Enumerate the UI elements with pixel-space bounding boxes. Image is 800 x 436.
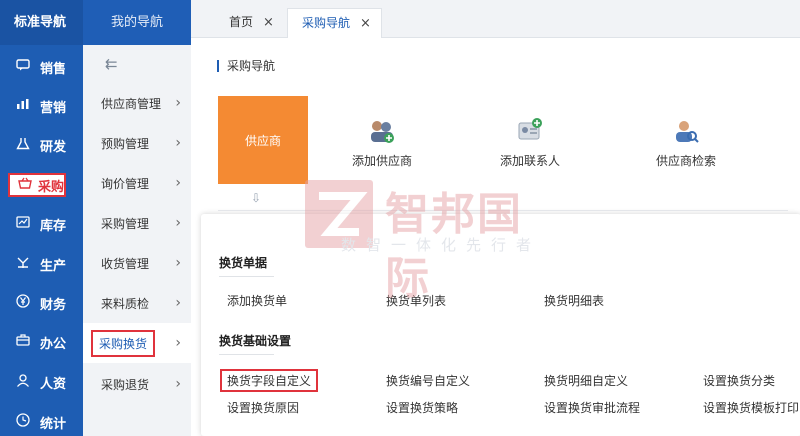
link-exchange-field-custom[interactable]: 换货字段自定义 [220,369,319,392]
page-title: 采购导航 [217,60,275,72]
add-contact-icon [475,116,585,146]
tab-label: 首页 [229,15,254,29]
link-exchange-number-custom[interactable]: 换货编号自定义 [386,372,470,389]
subnav-item-label: 询价管理 [101,176,150,191]
clock-icon [14,413,32,431]
nav-item-label: 统计 [40,416,67,432]
user-icon [14,373,32,391]
subnav-item-label: 来料质检 [101,296,150,311]
nav-item-label: 销售 [40,61,67,77]
nav-item-office[interactable]: 办公 [0,323,83,361]
link-exchange-list[interactable]: 换货单列表 [386,292,446,309]
chat-icon [14,59,32,75]
subnav-item-return[interactable]: 采购退货 › [83,364,191,404]
nav-item-label: 人资 [40,376,67,392]
subnav-item-label: 采购退货 [101,377,150,392]
exchange-submenu-panel: 换货单据 添加换货单 换货单列表 换货明细表 换货基础设置 换货字段自定义 换货… [201,214,800,436]
secondary-sidebar: 我的导航 ⇇ 供应商管理 › 预购管理 › 询价管理 › 采购管理 › 收货管理… [83,0,191,436]
link-exchange-approval[interactable]: 设置换货审批流程 [544,399,640,416]
nav-item-purchase[interactable]: 采购 [8,173,66,197]
tab-bar: 首页 × 采购导航 × [191,0,800,38]
nav-item-inventory[interactable]: 库存 [0,205,83,243]
my-nav-title[interactable]: 我的导航 [83,0,191,45]
chevron-right-icon: › [175,175,181,191]
subnav-item-supplier[interactable]: 供应商管理 › [83,83,191,123]
link-exchange-reason[interactable]: 设置换货原因 [227,399,299,416]
divider [218,210,788,211]
brand-title[interactable]: 标准导航 [0,0,83,45]
subnav-item-purchase-mgmt[interactable]: 采购管理 › [83,203,191,243]
group-title-exchange-settings: 换货基础设置 [219,334,292,348]
close-icon[interactable]: × [263,15,274,30]
tab-home[interactable]: 首页 × [215,8,284,38]
nav-item-label: 采购 [38,179,65,195]
nav-item-stats[interactable]: 统计 [0,403,83,436]
supplier-tile-label: 供应商 [244,133,281,148]
nav-item-label: 生产 [40,258,67,274]
subnav-item-exchange[interactable]: 采购换货 › [83,323,191,363]
search-supplier-label: 供应商检索 [655,154,716,168]
divider [219,354,274,355]
subnav-item-inquiry[interactable]: 询价管理 › [83,163,191,203]
chevron-right-icon: › [175,376,181,392]
chevron-right-icon: › [175,255,181,271]
yen-icon [14,294,32,312]
nav-item-finance[interactable]: 财务 [0,284,83,322]
supplier-tile[interactable]: 供应商 [218,96,308,184]
main-content: 采购导航 供应商 ⇩ 添加供应商 添加联系人 供应商检索 换货单据 添加换货单 … [191,38,800,436]
nav-item-marketing[interactable]: 营销 [0,87,83,125]
group-title-exchange-docs: 换货单据 [219,256,268,270]
link-exchange-category[interactable]: 设置换货分类 [703,372,775,389]
gear-icon [14,256,32,273]
add-supplier-label: 添加供应商 [351,154,412,168]
add-supplier-button[interactable]: 添加供应商 [327,116,437,169]
chevron-right-icon: › [175,215,181,231]
nav-item-label: 营销 [40,100,67,116]
search-supplier-icon [631,116,741,146]
close-icon[interactable]: × [360,16,371,31]
subnav-item-label: 采购管理 [101,216,150,231]
link-exchange-template-print[interactable]: 设置换货模板打印 [703,399,799,416]
link-add-exchange[interactable]: 添加换货单 [227,292,287,309]
divider [219,276,274,277]
link-exchange-detail-custom[interactable]: 换货明细自定义 [544,372,628,389]
nav-item-rnd[interactable]: 研发 [0,126,83,164]
chart-box-icon [14,216,32,232]
tab-purchase-nav[interactable]: 采购导航 × [287,8,382,38]
nav-item-sales[interactable]: 销售 [0,48,83,86]
flask-icon [14,137,32,154]
chevron-right-icon: › [175,295,181,311]
add-contact-button[interactable]: 添加联系人 [475,116,585,169]
link-exchange-detail[interactable]: 换货明细表 [544,292,604,309]
basket-icon [16,177,34,193]
subnav-item-label: 收货管理 [101,256,150,271]
subnav-item-label: 供应商管理 [101,96,162,111]
subnav-item-inspection[interactable]: 来料质检 › [83,283,191,323]
nav-item-hr[interactable]: 人资 [0,363,83,401]
add-supplier-icon [327,116,437,146]
nav-item-label: 研发 [40,139,67,155]
nav-item-production[interactable]: 生产 [0,245,83,283]
link-exchange-strategy[interactable]: 设置换货策略 [386,399,458,416]
nav-item-label: 财务 [40,297,67,313]
chevron-right-icon: › [175,95,181,111]
tab-label: 采购导航 [302,16,351,30]
chevron-right-icon: › [175,335,181,351]
add-contact-label: 添加联系人 [499,154,560,168]
briefcase-icon [14,334,32,350]
chevron-right-icon: › [175,135,181,151]
bar-chart-icon [14,98,32,114]
nav-item-label: 办公 [40,336,67,352]
arrow-down-icon: ⇩ [251,191,262,205]
subnav-item-label: 采购换货 [91,329,156,357]
search-supplier-button[interactable]: 供应商检索 [631,116,741,169]
subnav-item-prepurchase[interactable]: 预购管理 › [83,123,191,163]
collapse-menu-icon[interactable]: ⇇ [83,45,191,83]
subnav-item-label: 预购管理 [101,136,150,151]
nav-item-label: 库存 [40,218,67,234]
subnav-item-receiving[interactable]: 收货管理 › [83,243,191,283]
main-sidebar: 标准导航 销售 营销 研发 采购 库存 生产 财务 办公 人资 统计 [0,0,83,436]
